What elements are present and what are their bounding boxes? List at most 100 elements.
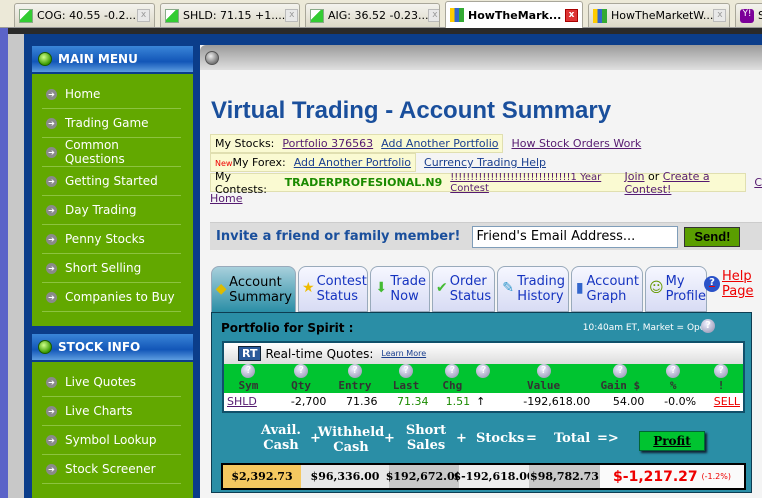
add-portfolio-link[interactable]: Add Another Portfolio <box>381 137 498 150</box>
contest-link[interactable]: !!!!!!!!!!!!!!!!!!!!!!!!!!!!!!1 Year Con… <box>450 172 616 194</box>
help-icon[interactable]: ? <box>399 364 413 378</box>
help-icon[interactable]: ? <box>476 364 491 378</box>
portfolio-link[interactable]: Portfolio 376563 <box>282 137 373 150</box>
sidebar-item-day-trading[interactable]: ➔ Day Trading <box>42 196 181 225</box>
col-label: % <box>669 379 677 392</box>
avail-cash-label: Avail. Cash <box>261 423 301 453</box>
browser-tab[interactable]: HowTheMarketW... x <box>588 3 730 27</box>
rt-label: Real-time Quotes: <box>265 346 374 361</box>
col-gain: ? Gain $ <box>593 364 648 393</box>
profit-value: $-1,217.27 <box>613 468 698 485</box>
close-icon[interactable]: x <box>713 9 727 22</box>
arrow-down-icon: ⬇ <box>375 280 388 296</box>
browser-tab[interactable]: AIG: 36.52 -0.23... x <box>305 3 440 27</box>
gain: 54.00 <box>612 395 645 408</box>
tab-label: Account <box>229 274 282 290</box>
arrow-right-icon: ➔ <box>46 262 57 274</box>
help-label: Page <box>722 284 754 299</box>
sidebar-item-getting-started[interactable]: ➔ Getting Started <box>42 167 181 196</box>
col-last: ? Last <box>380 364 432 393</box>
help-icon[interactable]: ? <box>666 364 681 378</box>
sidebar-item-symbol-lookup[interactable]: ➔ Symbol Lookup <box>42 426 181 455</box>
main-menu-header: MAIN MENU <box>32 46 193 74</box>
stock-chart-icon <box>310 8 324 23</box>
sell-link[interactable]: SELL <box>714 395 740 408</box>
tab-contest-status[interactable]: ★ Contest Status <box>298 266 368 312</box>
help-icon[interactable]: ? <box>714 364 729 378</box>
help-icon[interactable]: ? <box>613 364 628 378</box>
tab-label: Summary <box>229 289 292 305</box>
help-icon[interactable]: ? <box>536 364 551 378</box>
sidebar-item-trading-game[interactable]: ➔ Trading Game <box>42 109 181 138</box>
contest-name: TRADERPROFESIONAL.N9 <box>284 176 443 189</box>
sidebar-item-live-charts[interactable]: ➔ Live Charts <box>42 397 181 426</box>
or-text: or <box>648 169 660 183</box>
page-top-bar <box>8 28 762 34</box>
help-icon[interactable]: ? <box>445 364 460 378</box>
more-link[interactable]: C <box>754 176 762 189</box>
stock-chart-icon <box>165 8 179 23</box>
stock-info-menu: STOCK INFO ➔ Live Quotes ➔ Live Charts ➔ Sy… <box>32 334 193 498</box>
close-icon[interactable]: x <box>137 9 150 22</box>
browser-tab[interactable]: Y! S <box>735 3 762 27</box>
close-icon[interactable]: x <box>565 8 578 22</box>
close-icon[interactable]: x <box>285 9 299 22</box>
tab-order-status[interactable]: ✔ Order Status <box>432 266 495 312</box>
value: -192,618.00 <box>523 395 591 408</box>
browser-tab[interactable]: SHLD: 71.15 +1.... x <box>160 3 300 27</box>
col-label: Last <box>392 379 420 392</box>
browser-tab-active[interactable]: HowTheMark... x <box>445 1 583 28</box>
col-label: Entry <box>338 379 372 392</box>
plus-sign: + <box>384 431 395 446</box>
browser-tab[interactable]: COG: 40.55 -0.2... x <box>14 3 155 27</box>
tab-account-graph[interactable]: ▮ Account Graph <box>571 266 643 312</box>
currency-help-link[interactable]: Currency Trading Help <box>424 156 546 169</box>
sidebar-item-label: Common Questions <box>64 138 125 166</box>
help-icon[interactable]: ? <box>294 364 309 378</box>
sidebar-item-live-quotes[interactable]: ➔ Live Quotes <box>42 368 181 397</box>
arrow-right-icon: ➔ <box>46 88 57 100</box>
sidebar-item-short-selling[interactable]: ➔ Short Selling <box>42 254 181 283</box>
learn-more-link[interactable]: Learn More <box>381 349 426 358</box>
symbol-link[interactable]: SHLD <box>227 395 257 408</box>
tab-account-summary[interactable]: ◆ Account Summary <box>211 266 296 313</box>
table-row: SHLD -2,700 71.36 71.34 1.51 ↑ -192,618.… <box>224 393 743 410</box>
sidebar-item-label: Home <box>65 87 101 101</box>
browser-tab-bar: COG: 40.55 -0.2... x SHLD: 71.15 +1.... x … <box>0 0 762 28</box>
join-link[interactable]: Join <box>625 170 645 183</box>
sidebar-item-home[interactable]: ➔ Home <box>42 80 181 109</box>
send-button[interactable]: Send! <box>684 226 741 247</box>
check-icon: ✔ <box>436 280 448 296</box>
sidebar-item-stock-screener[interactable]: ➔ Stock Screener <box>42 455 181 484</box>
breadcrumb-home[interactable]: Home <box>210 192 242 205</box>
history-icon: ✎ <box>502 280 515 296</box>
my-contests-row: My Contests: TRADERPROFESIONAL.N9!!!!!!!!… <box>210 169 762 196</box>
tab-trade-now[interactable]: ⬇ Trade Now <box>370 266 430 312</box>
help-icon[interactable]: ? <box>241 364 256 378</box>
help-icon[interactable]: ? <box>701 319 715 333</box>
last: 71.34 <box>397 395 429 408</box>
chg: 1.51 <box>445 395 471 408</box>
tab-label: AIG: 36.52 -0.23... <box>328 9 429 22</box>
tab-label: Now <box>390 289 419 304</box>
withheld-cash-value: $96,336.00 <box>301 465 389 488</box>
rt-badge: RT <box>238 346 262 361</box>
col-label: Value <box>526 379 561 392</box>
friend-email-input[interactable] <box>472 225 679 248</box>
close-icon[interactable]: x <box>428 9 439 22</box>
stock-orders-help-link[interactable]: How Stock Orders Work <box>511 137 641 150</box>
tab-my-profile[interactable]: ☺ My Profile <box>645 266 707 312</box>
sidebar-item-companies-to-buy[interactable]: ➔ Companies to Buy <box>42 283 181 312</box>
add-forex-portfolio-link[interactable]: Add Another Portfolio <box>294 156 411 169</box>
help-icon[interactable]: ? <box>347 364 362 378</box>
profit-button[interactable]: Profit <box>639 431 705 451</box>
sidebar-item-common-questions[interactable]: ➔ Common Questions <box>42 138 181 167</box>
tab-label: Trade <box>390 274 426 289</box>
sidebar-item-penny-stocks[interactable]: ➔ Penny Stocks <box>42 225 181 254</box>
cube-icon: ◆ <box>215 280 227 297</box>
help-label: Help <box>722 269 752 284</box>
content-header-bar <box>200 45 762 70</box>
tab-trading-history[interactable]: ✎ Trading History <box>497 266 569 312</box>
help-page-link[interactable]: ? Help Page <box>704 269 753 299</box>
tab-label: HowTheMark... <box>468 8 562 22</box>
